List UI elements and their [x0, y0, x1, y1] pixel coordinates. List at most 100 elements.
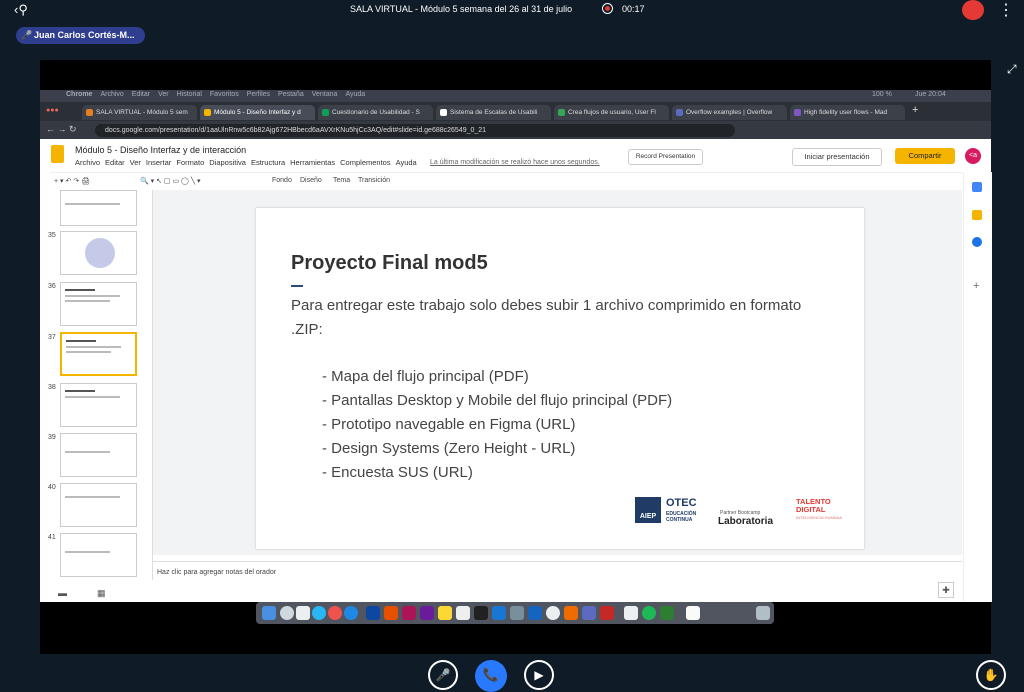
share-button[interactable]: Compartir — [895, 148, 955, 164]
tab-favicon-icon — [86, 109, 93, 116]
mac-menu-item: Ver — [158, 91, 169, 98]
tab-favicon-icon — [440, 109, 447, 116]
browser-tab[interactable]: Overflow examples | Overflow — [672, 105, 787, 120]
slide-number: 35 — [48, 232, 56, 239]
slide-thumbnail-selected[interactable] — [60, 332, 137, 376]
fullscreen-icon[interactable]: ⤢ — [1007, 62, 1017, 77]
xd-icon[interactable] — [420, 606, 434, 620]
signal-icon[interactable] — [962, 0, 984, 20]
avatar[interactable]: <a — [965, 148, 981, 164]
browser-tab-bar: ●●● SALA VIRTUAL - Módulo 5 sem Módulo 5… — [40, 102, 991, 121]
app-icon[interactable] — [456, 606, 470, 620]
record-presentation-button[interactable]: Record Presentation — [628, 149, 703, 165]
calendar-icon[interactable] — [972, 182, 982, 192]
trash-icon[interactable] — [756, 606, 770, 620]
menu-herramientas[interactable]: Herramientas — [290, 158, 335, 167]
camera-off-icon[interactable]: ▶ — [524, 660, 554, 690]
github-icon[interactable] — [546, 606, 560, 620]
app-store-icon[interactable] — [492, 606, 506, 620]
firefox-icon[interactable] — [344, 606, 358, 620]
slide-number: 39 — [48, 434, 56, 441]
call-icon[interactable]: 📞 — [475, 660, 507, 692]
slide-thumbnail[interactable] — [60, 282, 137, 326]
indesign-icon[interactable] — [402, 606, 416, 620]
docs-toolbar: + ▾ ↶ ↷ 🖨 🔍 ▾ ↖ ▢ ▭ ◯ ╲ ▾ Fondo Diseño T… — [50, 172, 962, 191]
photoshop-icon[interactable] — [366, 606, 380, 620]
address-bar[interactable]: docs.google.com/presentation/d/1aaUlnRnw… — [95, 124, 735, 137]
slack-icon[interactable] — [624, 606, 638, 620]
toolbar-diseno[interactable]: Diseño — [300, 177, 322, 184]
filezilla-icon[interactable] — [600, 606, 614, 620]
raise-hand-icon[interactable]: ✋ — [976, 660, 1006, 690]
tab-label: Sistema de Escalas de Usabili — [450, 109, 538, 116]
illustrator-icon[interactable] — [384, 606, 398, 620]
menu-estructura[interactable]: Estructura — [251, 158, 285, 167]
tab-label: Crea flujos de usuario, User Fl — [568, 109, 656, 116]
speaker-notes[interactable] — [153, 561, 962, 602]
menu-diapositiva[interactable]: Diapositiva — [209, 158, 246, 167]
calendar-app-icon[interactable] — [296, 606, 310, 620]
view-toggle-icon[interactable]: ▬ ▦ — [58, 588, 106, 599]
explore-icon[interactable]: ✚ — [938, 582, 954, 598]
menu-formato[interactable]: Formato — [176, 158, 204, 167]
figma-icon[interactable] — [564, 606, 578, 620]
browser-tab[interactable]: SALA VIRTUAL - Módulo 5 sem — [82, 105, 197, 120]
slide-thumbnail[interactable] — [60, 231, 137, 275]
menu-editar[interactable]: Editar — [105, 158, 125, 167]
browser-tab[interactable]: Sistema de Escalas de Usabili — [436, 105, 551, 120]
vscode-icon[interactable] — [528, 606, 542, 620]
chrome-icon[interactable] — [328, 606, 342, 620]
slide-thumbnail[interactable] — [60, 433, 137, 477]
back-icon[interactable]: ‹⚲ — [14, 2, 28, 18]
slides-logo-icon[interactable] — [51, 145, 64, 163]
add-addon-icon[interactable]: + — [973, 280, 979, 292]
tasks-icon[interactable] — [972, 237, 982, 247]
zoom-icon[interactable]: 🔍 ▾ ↖ ▢ ▭ ◯ ╲ ▾ — [140, 177, 201, 185]
window-controls-icon[interactable]: ●●● — [46, 107, 59, 114]
excel-icon[interactable] — [660, 606, 674, 620]
keep-icon[interactable] — [972, 210, 982, 220]
more-options-icon[interactable]: ⋮ — [998, 0, 1014, 20]
menu-complementos[interactable]: Complementos — [340, 158, 390, 167]
otec-logo: OTEC — [666, 497, 697, 509]
tab-favicon-icon — [794, 109, 801, 116]
slide-thumbnail[interactable] — [60, 533, 137, 577]
menu-archivo[interactable]: Archivo — [75, 158, 100, 167]
browser-tab[interactable]: Crea flujos de usuario, User Fl — [554, 105, 669, 120]
discord-icon[interactable] — [582, 606, 596, 620]
mute-mic-icon[interactable]: 🎤 — [428, 660, 458, 690]
safari-icon[interactable] — [312, 606, 326, 620]
toolbar-tema[interactable]: Tema — [333, 177, 350, 184]
tab-label: Cuestionario de Usabilidad - S — [332, 109, 420, 116]
menu-ayuda[interactable]: Ayuda — [396, 158, 417, 167]
apple-tv-icon[interactable] — [474, 606, 488, 620]
last-modified-link[interactable]: La última modificación se realizó hace u… — [430, 159, 600, 166]
list-item: Pantallas Desktop y Mobile del flujo pri… — [322, 389, 672, 413]
launchpad-icon[interactable] — [280, 606, 294, 620]
document-title[interactable]: Módulo 5 - Diseño Interfaz y de interacc… — [75, 145, 246, 155]
slide-thumbnail[interactable] — [60, 383, 137, 427]
toolbar-transicion[interactable]: Transición — [358, 177, 390, 184]
browser-tab[interactable]: Cuestionario de Usabilidad - S — [318, 105, 433, 120]
toolbar-fondo[interactable]: Fondo — [272, 177, 292, 184]
speaker-notes-placeholder: Haz clic para agregar notas del orador — [157, 569, 277, 576]
nav-buttons-icon[interactable]: ← → ↻ — [46, 124, 77, 135]
document-icon[interactable] — [686, 606, 700, 620]
preferences-icon[interactable] — [510, 606, 524, 620]
slide-thumbnail[interactable] — [60, 483, 137, 527]
slide-thumbnail[interactable] — [60, 190, 137, 226]
tab-label: High fidelity user flows - Mad — [804, 109, 888, 116]
browser-tab-active[interactable]: Módulo 5 - Diseño Interfaz y d — [200, 105, 315, 120]
browser-tab[interactable]: High fidelity user flows - Mad — [790, 105, 905, 120]
menu-insertar[interactable]: Insertar — [146, 158, 171, 167]
spotify-icon[interactable] — [642, 606, 656, 620]
laboratoria-logo: Laboratoria — [718, 516, 774, 527]
mic-icon: 🎤 — [21, 30, 33, 40]
add-slide-icon[interactable]: + ▾ ↶ ↷ 🖨 — [54, 177, 90, 185]
start-presentation-button[interactable]: Iniciar presentación — [792, 148, 882, 166]
finder-icon[interactable] — [262, 606, 276, 620]
notes-icon[interactable] — [438, 606, 452, 620]
tab-favicon-icon — [558, 109, 565, 116]
menu-ver[interactable]: Ver — [130, 158, 141, 167]
new-tab-icon[interactable]: + — [912, 104, 918, 116]
